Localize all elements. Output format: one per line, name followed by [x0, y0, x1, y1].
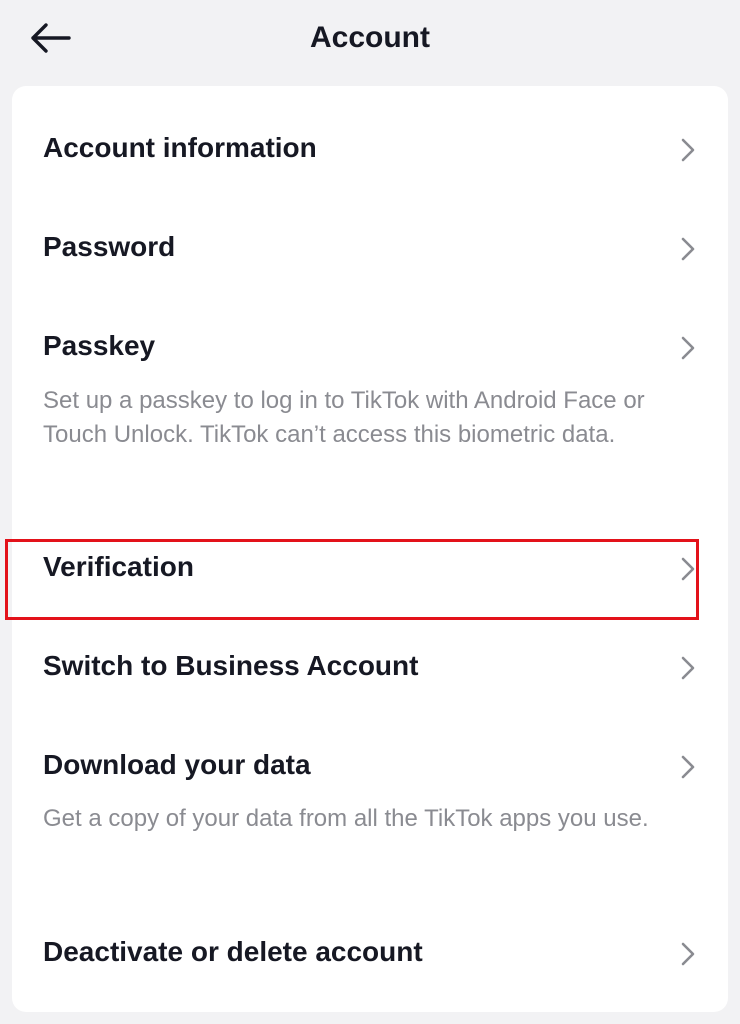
menu-item-label: Download your data [43, 749, 311, 780]
chevron-right-icon [678, 235, 698, 263]
menu-item-verification[interactable]: Verification [12, 510, 728, 620]
menu-item-label: Passkey [43, 330, 156, 361]
chevron-right-icon [678, 940, 698, 968]
chevron-right-icon [678, 334, 698, 362]
header-bar: Account [0, 0, 740, 76]
menu-item-description: Get a copy of your data from all the Tik… [43, 805, 649, 832]
chevron-right-icon [678, 555, 698, 583]
menu-item-password[interactable]: Password [12, 189, 728, 288]
menu-item-account-information[interactable]: Account information [12, 86, 728, 189]
menu-item-label: Deactivate or delete account [43, 936, 423, 967]
menu-item-description: Set up a passkey to log in to TikTok wit… [43, 387, 645, 448]
menu-item-passkey[interactable]: Passkey Set up a passkey to log in to Ti… [12, 288, 728, 510]
menu-item-deactivate-or-delete-account[interactable]: Deactivate or delete account [12, 909, 728, 1012]
menu-item-label: Switch to Business Account [43, 650, 419, 681]
chevron-right-icon [678, 753, 698, 781]
back-button[interactable] [26, 18, 74, 58]
chevron-right-icon [678, 136, 698, 164]
menu-item-label: Account information [43, 132, 317, 163]
menu-item-download-your-data[interactable]: Download your data Get a copy of your da… [12, 713, 728, 909]
menu-item-label: Verification [43, 551, 194, 582]
page-title: Account [310, 21, 430, 54]
menu-item-switch-to-business-account[interactable]: Switch to Business Account [12, 620, 728, 713]
chevron-right-icon [678, 654, 698, 682]
account-settings-card: Account information Password Passkey Set… [12, 86, 728, 1012]
menu-item-label: Password [43, 231, 176, 262]
arrow-left-icon [31, 23, 71, 53]
